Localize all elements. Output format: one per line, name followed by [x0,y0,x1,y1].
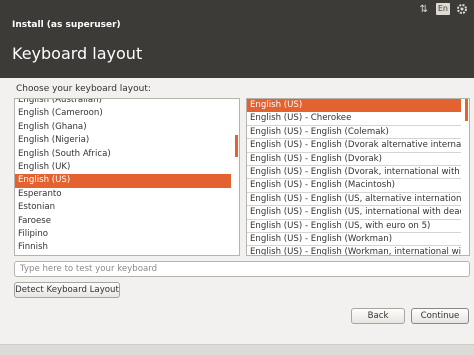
layout-list-item[interactable]: English (US) [15,174,231,188]
layout-list-item[interactable]: Finnish [15,241,231,254]
keyboard-indicator[interactable]: En [435,3,450,15]
layout-list-item[interactable]: English (UK) [15,161,231,174]
variant-list-item[interactable]: English (US) - Cherokee [247,112,461,126]
layout-rows: English (Australian) English (Cameroon) En… [15,99,231,256]
layout-list-item[interactable]: Estonian [15,201,231,214]
back-button[interactable]: Back [351,308,405,324]
layout-list-item[interactable]: Filipino [15,228,231,241]
layout-list-item[interactable]: French [15,255,231,256]
variant-list-item[interactable]: English (US) - English (US, internationa… [247,206,461,220]
layout-list[interactable]: English (Australian) English (Cameroon) En… [14,98,240,256]
page-title: Keyboard layout [12,44,143,63]
variant-list-item[interactable]: English (US) [247,99,461,113]
choose-layout-label: Choose your keyboard layout: [16,84,151,94]
variant-list-item[interactable]: English (US) - English (Dvorak) [247,153,461,166]
variant-list-item[interactable]: English (US) - English (Dvorak alternati… [247,139,461,153]
window-title: Install (as superuser) [12,20,121,30]
layout-list-item[interactable]: English (Cameroon) [15,107,231,120]
variant-list-item[interactable]: English (US) - English (Macintosh) [247,179,461,193]
variant-list-scrollbar[interactable] [465,99,468,121]
layout-list-item[interactable]: English (Australian) [15,99,231,107]
variant-list-item[interactable]: English (US) - English (Workman, interna… [247,246,461,255]
top-panel: ⇅ En [0,0,474,18]
layout-list-item[interactable]: English (Nigeria) [15,134,231,147]
layout-list-scrollbar[interactable] [235,135,238,157]
layout-list-item[interactable]: Faroese [15,215,231,228]
variant-list-item[interactable]: English (US) - English (US, alternative … [247,193,461,207]
continue-button[interactable]: Continue [411,308,469,324]
network-arrows-icon[interactable]: ⇅ [418,4,430,15]
layout-list-item[interactable]: English (South Africa) [15,148,231,161]
layout-list-item[interactable]: English (Ghana) [15,121,231,134]
variant-list-item[interactable]: English (US) - English (Dvorak, internat… [247,166,461,180]
layout-list-item[interactable]: Esperanto [15,188,231,201]
variant-rows: English (US) English (US) - Cherokee Engli… [247,99,461,255]
indicator-tray: ⇅ En [418,2,468,16]
keyboard-test-input[interactable] [14,261,470,277]
variant-list-item[interactable]: English (US) - English (Colemak) [247,126,461,140]
variant-list[interactable]: English (US) English (US) - Cherokee Engli… [246,98,470,256]
bottom-strip [0,344,474,355]
detect-keyboard-layout-button[interactable]: Detect Keyboard Layout [14,282,120,298]
content-area: Choose your keyboard layout: English (Au… [0,78,474,355]
variant-list-item[interactable]: English (US) - English (Workman) [247,233,461,247]
installer-header: Install (as superuser) Keyboard layout [0,18,474,78]
gear-icon[interactable] [456,3,468,15]
variant-list-item[interactable]: English (US) - English (US, with euro on… [247,220,461,233]
